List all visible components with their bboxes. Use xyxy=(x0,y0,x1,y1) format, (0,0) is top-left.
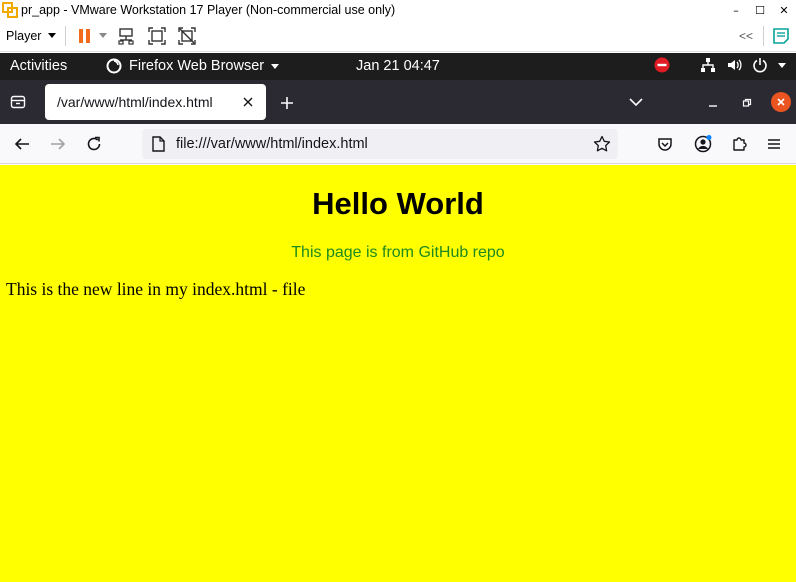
send-ctrl-alt-del-button[interactable] xyxy=(110,24,142,48)
tab-title: /var/www/html/index.html xyxy=(57,94,213,110)
pocket-button[interactable] xyxy=(655,134,675,154)
chevron-down-icon xyxy=(48,33,57,38)
chevron-down-icon xyxy=(271,63,280,69)
firefox-icon xyxy=(106,58,122,74)
app-menu[interactable]: Firefox Web Browser xyxy=(106,58,280,74)
plus-icon xyxy=(281,97,293,109)
arrow-left-icon xyxy=(14,138,29,150)
maximize-button[interactable]: ☐ xyxy=(748,0,772,20)
minimize-button[interactable]: – xyxy=(724,0,748,20)
page-heading: Hello World xyxy=(312,186,484,221)
app-menu-button[interactable] xyxy=(764,134,784,154)
chevron-down-icon xyxy=(778,62,786,68)
page-content: Hello World This page is from GitHub rep… xyxy=(0,165,796,582)
close-icon xyxy=(777,98,785,106)
window-title: pr_app - VMware Workstation 17 Player (N… xyxy=(21,3,396,17)
star-icon xyxy=(593,135,611,152)
chevron-down-icon xyxy=(629,98,643,107)
extensions-button[interactable] xyxy=(729,134,749,154)
fullscreen-icon xyxy=(148,26,167,45)
list-all-tabs-button[interactable] xyxy=(626,92,646,112)
fit-guest-button[interactable] xyxy=(142,24,172,48)
app-menu-label: Firefox Web Browser xyxy=(129,58,265,74)
pause-button[interactable] xyxy=(74,24,96,48)
note-icon xyxy=(773,28,789,44)
power-icon xyxy=(753,58,767,73)
toolbar-divider xyxy=(65,25,67,46)
window-close-button[interactable] xyxy=(771,92,791,112)
back-button[interactable] xyxy=(12,134,32,154)
firefox-view-button[interactable] xyxy=(8,92,28,112)
page-icon[interactable] xyxy=(150,136,166,152)
unity-button[interactable] xyxy=(172,24,202,48)
account-button[interactable] xyxy=(693,134,713,154)
player-menu[interactable]: Player xyxy=(6,28,57,43)
chevron-down-icon xyxy=(99,33,108,38)
firefox-view-icon xyxy=(10,95,26,109)
window-minimize-button[interactable] xyxy=(704,94,722,112)
navigation-toolbar: file:///var/www/html/index.html xyxy=(0,124,796,164)
new-tab-button[interactable] xyxy=(276,92,298,114)
restore-icon xyxy=(742,98,752,107)
pause-icon xyxy=(79,28,91,43)
arrow-right-icon xyxy=(51,138,66,150)
window-restore-button[interactable] xyxy=(738,94,756,112)
vmware-toolbar: Player << xyxy=(0,20,796,52)
hamburger-menu-icon xyxy=(768,139,780,149)
url-field[interactable]: file:///var/www/html/index.html xyxy=(176,136,368,152)
minimize-icon xyxy=(709,105,717,107)
network-icon xyxy=(701,58,715,72)
do-not-disturb-icon xyxy=(654,57,670,73)
notes-button[interactable] xyxy=(772,27,790,45)
reload-icon xyxy=(87,136,101,151)
forward-button[interactable] xyxy=(48,134,68,154)
collapse-toolbar-button[interactable]: << xyxy=(739,29,753,43)
close-icon xyxy=(243,97,253,107)
address-bar[interactable]: file:///var/www/html/index.html xyxy=(142,129,618,159)
tab-index-html[interactable]: /var/www/html/index.html xyxy=(45,84,266,120)
gnome-top-bar: Activities Firefox Web Browser Jan 21 04… xyxy=(0,53,796,80)
unity-icon xyxy=(178,26,197,45)
puzzle-icon xyxy=(733,137,747,151)
pocket-icon xyxy=(658,138,672,151)
tab-close-button[interactable] xyxy=(239,93,257,111)
toolbar-divider xyxy=(763,26,764,46)
tab-strip: /var/www/html/index.html xyxy=(0,80,796,124)
system-tray[interactable] xyxy=(654,57,786,73)
account-icon xyxy=(694,135,712,153)
reload-button[interactable] xyxy=(84,134,104,154)
player-menu-label: Player xyxy=(6,28,42,43)
page-paragraph: This is the new line in my index.html - … xyxy=(6,279,306,299)
page-subheading: This page is from GitHub repo xyxy=(291,244,505,261)
vmware-title-bar: pr_app - VMware Workstation 17 Player (N… xyxy=(0,0,796,20)
close-button[interactable]: ✕ xyxy=(772,0,796,20)
bookmark-star-button[interactable] xyxy=(593,135,611,153)
activities-button[interactable]: Activities xyxy=(10,58,67,74)
pause-dropdown-button[interactable] xyxy=(96,24,110,48)
volume-icon xyxy=(728,59,742,71)
vmware-app-icon xyxy=(1,1,19,19)
network-computer-icon xyxy=(118,27,135,45)
clock[interactable]: Jan 21 04:47 xyxy=(356,58,440,74)
